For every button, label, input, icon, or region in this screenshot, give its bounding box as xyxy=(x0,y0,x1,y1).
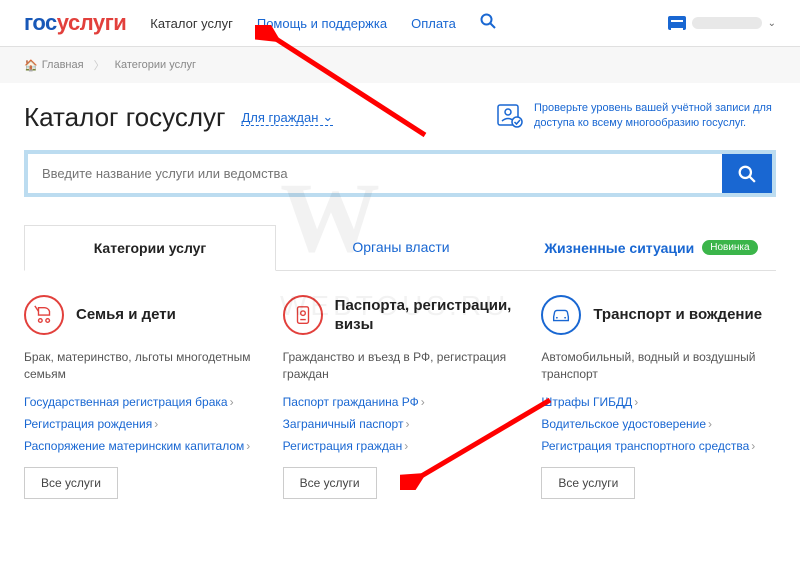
passport-icon xyxy=(283,295,323,335)
category-title: Транспорт и вождение xyxy=(593,305,762,325)
tab-categories[interactable]: Категории услуг xyxy=(24,225,276,271)
mail-icon xyxy=(668,16,686,30)
category-passport: Паспорта, регистрации, визы Гражданство … xyxy=(283,295,518,499)
category-desc: Автомобильный, водный и воздушный трансп… xyxy=(541,349,776,383)
service-link[interactable]: Государственная регистрация брака› xyxy=(24,395,259,409)
nav-payment[interactable]: Оплата xyxy=(411,16,456,31)
breadcrumb-current: Категории услуг xyxy=(115,59,196,71)
search-button[interactable] xyxy=(722,154,772,193)
logo[interactable]: госуслуги xyxy=(24,10,126,36)
all-services-button[interactable]: Все услуги xyxy=(24,467,118,499)
user-menu[interactable]: ⌄ xyxy=(668,16,776,30)
tab-situations[interactable]: Жизненные ситуации Новинка xyxy=(526,225,776,270)
service-link[interactable]: Заграничный паспорт› xyxy=(283,417,518,431)
person-check-icon xyxy=(496,101,524,134)
service-link[interactable]: Распоряжение материнским капиталом› xyxy=(24,439,259,453)
category-title: Семья и дети xyxy=(76,305,176,325)
user-name-blurred xyxy=(692,17,762,29)
header: госуслуги Каталог услуг Помощь и поддерж… xyxy=(0,0,800,47)
service-link[interactable]: Регистрация граждан› xyxy=(283,439,518,453)
search-icon[interactable] xyxy=(480,13,496,34)
search-icon xyxy=(738,165,756,183)
breadcrumb-home[interactable]: 🏠 Главная xyxy=(24,59,84,72)
nav-catalog[interactable]: Каталог услуг xyxy=(150,16,233,31)
nav-help[interactable]: Помощь и поддержка xyxy=(257,16,387,31)
home-icon: 🏠 xyxy=(24,59,38,72)
tab-authorities[interactable]: Органы власти xyxy=(276,225,526,270)
new-badge: Новинка xyxy=(702,240,757,255)
category-transport: Транспорт и вождение Автомобильный, водн… xyxy=(541,295,776,499)
tabs: Категории услуг Органы власти Жизненные … xyxy=(24,225,776,271)
chevron-down-icon: ⌄ xyxy=(768,18,776,29)
all-services-button[interactable]: Все услуги xyxy=(541,467,635,499)
audience-filter[interactable]: Для граждан ⌄ xyxy=(241,109,333,126)
car-icon xyxy=(541,295,581,335)
search-box xyxy=(24,150,776,197)
breadcrumb: 🏠 Главная 〉 Категории услуг xyxy=(0,47,800,83)
category-desc: Брак, материнство, льготы многодетным се… xyxy=(24,349,259,383)
all-services-button[interactable]: Все услуги xyxy=(283,467,377,499)
category-family: Семья и дети Брак, материнство, льготы м… xyxy=(24,295,259,499)
search-input[interactable] xyxy=(28,154,722,193)
page-title: Каталог госуслуг xyxy=(24,102,225,133)
main-content: Каталог госуслуг Для граждан ⌄ Проверьте… xyxy=(0,83,800,517)
verify-account-notice[interactable]: Проверьте уровень вашей учётной записи д… xyxy=(496,101,776,134)
main-nav: Каталог услуг Помощь и поддержка Оплата xyxy=(150,13,643,34)
category-title: Паспорта, регистрации, визы xyxy=(335,296,518,335)
category-desc: Гражданство и въезд в РФ, регистрация гр… xyxy=(283,349,518,383)
stroller-icon xyxy=(24,295,64,335)
service-link[interactable]: Регистрация транспортного средства› xyxy=(541,439,776,453)
verify-text: Проверьте уровень вашей учётной записи д… xyxy=(534,101,776,132)
service-link[interactable]: Паспорт гражданина РФ› xyxy=(283,395,518,409)
chevron-down-icon: ⌄ xyxy=(322,109,333,125)
service-link[interactable]: Водительское удостоверение› xyxy=(541,417,776,431)
breadcrumb-separator: 〉 xyxy=(94,57,105,73)
service-link[interactable]: Регистрация рождения› xyxy=(24,417,259,431)
categories-grid: Семья и дети Брак, материнство, льготы м… xyxy=(24,295,776,499)
service-link[interactable]: Штрафы ГИБДД› xyxy=(541,395,776,409)
